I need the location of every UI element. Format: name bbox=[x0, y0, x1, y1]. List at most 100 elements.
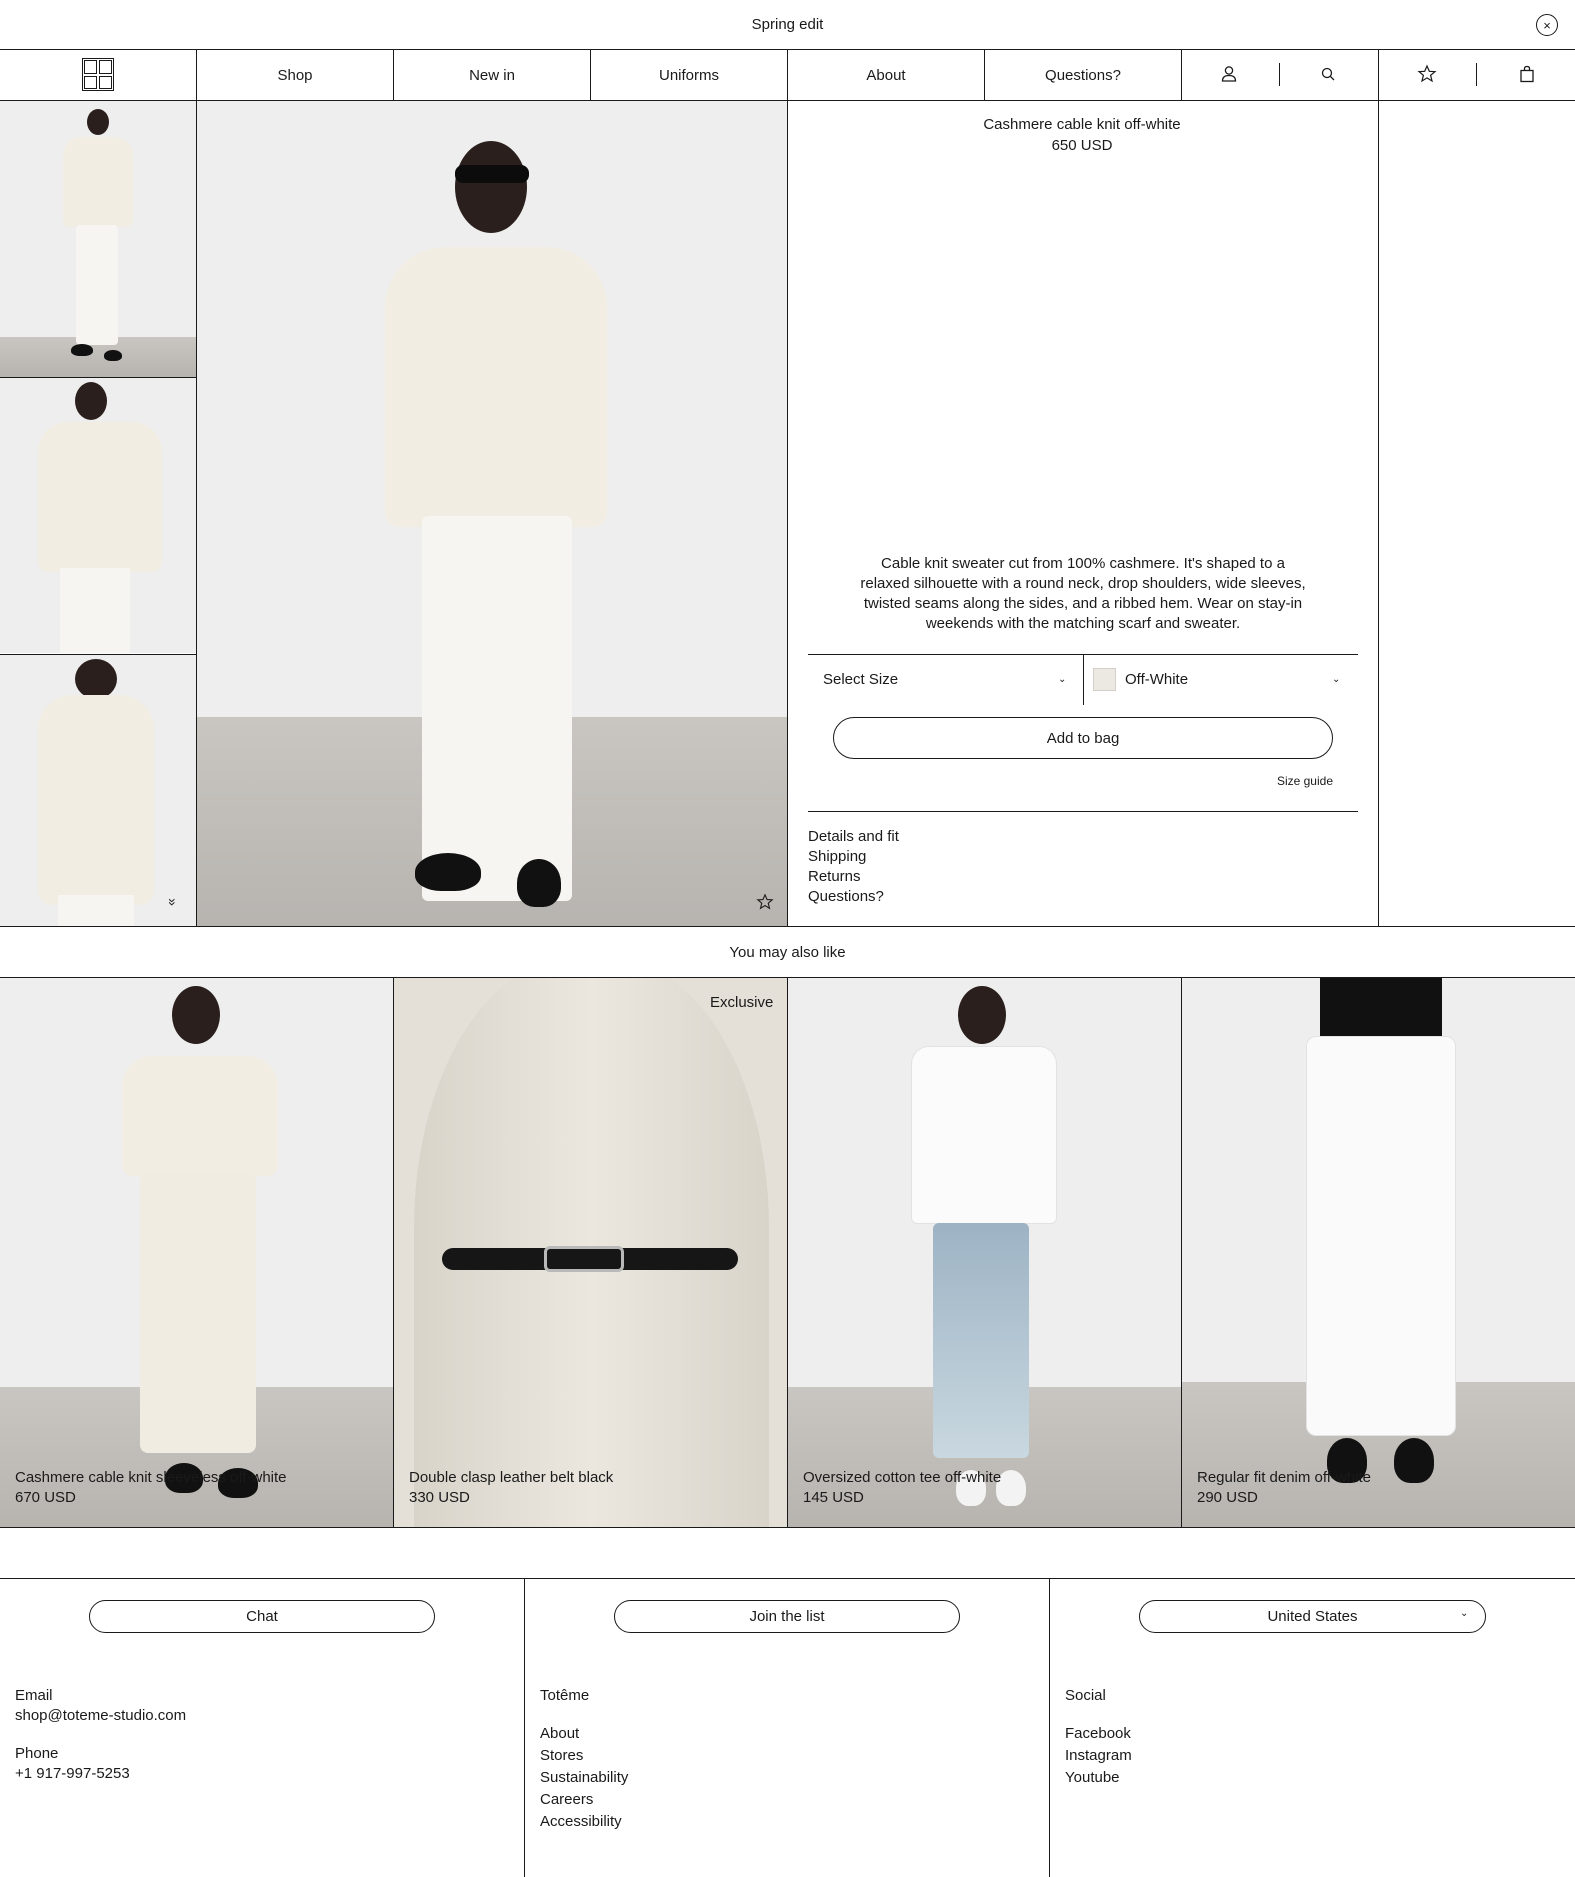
nav-shop-label: Shop bbox=[277, 66, 313, 84]
footer-link-youtube[interactable]: Youtube bbox=[1065, 1769, 1120, 1786]
phone-label: Phone bbox=[15, 1745, 59, 1762]
knit-pants-shape bbox=[140, 1173, 256, 1453]
product-thumbnail-front[interactable] bbox=[0, 101, 196, 377]
country-label: United States bbox=[1267, 1608, 1358, 1625]
nav-questions-label: Questions? bbox=[1045, 66, 1121, 84]
rec-name: Regular fit denim off-white bbox=[1197, 1469, 1371, 1486]
footer-link-about[interactable]: About bbox=[540, 1725, 579, 1742]
country-select[interactable]: United States ⌄ bbox=[1139, 1600, 1486, 1633]
rec-card-leather-belt[interactable]: Exclusive Double clasp leather belt blac… bbox=[394, 978, 787, 1527]
nav-new-in[interactable]: New in bbox=[394, 50, 590, 100]
product-name: Cashmere cable knit off-white bbox=[983, 116, 1181, 133]
top-shape bbox=[1320, 978, 1442, 1038]
footer-divider bbox=[1049, 1579, 1050, 1877]
footer-link-sustainability[interactable]: Sustainability bbox=[540, 1769, 628, 1786]
product-thumbnail-back[interactable] bbox=[0, 655, 196, 927]
rec-card-oversized-tee[interactable]: Oversized cotton tee off-white 145 USD bbox=[788, 978, 1181, 1527]
logo-block bbox=[84, 60, 97, 74]
rec-card-regular-fit-denim[interactable]: Regular fit denim off-white 290 USD bbox=[1182, 978, 1575, 1527]
belt-clasp-shape bbox=[544, 1246, 624, 1272]
color-select[interactable]: Off-White ⌄ bbox=[1084, 655, 1358, 704]
footer-link-instagram[interactable]: Instagram bbox=[1065, 1747, 1132, 1764]
logo-block bbox=[99, 75, 112, 89]
accordion-shipping[interactable]: Shipping bbox=[808, 848, 866, 865]
chat-button[interactable]: Chat bbox=[89, 1600, 435, 1633]
size-select[interactable]: Select Size ⌄ bbox=[808, 655, 1083, 704]
product-thumbnail-side[interactable] bbox=[0, 378, 196, 653]
divider bbox=[1181, 49, 1182, 101]
section-divider bbox=[0, 1527, 1575, 1528]
add-to-bag-label: Add to bag bbox=[1046, 729, 1120, 747]
size-select-label: Select Size bbox=[823, 671, 899, 688]
account-icon[interactable] bbox=[1219, 64, 1239, 84]
rec-price: 330 USD bbox=[409, 1489, 470, 1506]
footer-link-careers[interactable]: Careers bbox=[540, 1791, 593, 1808]
nav-shop[interactable]: Shop bbox=[197, 50, 393, 100]
accordion-top-border bbox=[808, 811, 1358, 812]
divider bbox=[787, 49, 788, 927]
product-price: 650 USD bbox=[1051, 137, 1113, 154]
shoe-shape bbox=[415, 853, 481, 891]
sweater-shape bbox=[63, 137, 133, 227]
announcement-bar: Spring edit bbox=[0, 0, 1575, 49]
thumbnail-scroll-down-icon[interactable]: » bbox=[165, 895, 181, 909]
rec-name: Oversized cotton tee off-white bbox=[803, 1469, 1002, 1486]
sunglasses-shape bbox=[455, 165, 529, 183]
trousers-shape bbox=[76, 225, 118, 345]
accordion-returns[interactable]: Returns bbox=[808, 868, 861, 885]
color-select-label: Off-White bbox=[1125, 671, 1189, 688]
add-to-wishlist-icon[interactable] bbox=[756, 893, 774, 911]
email-link[interactable]: shop@toteme-studio.com bbox=[15, 1707, 186, 1724]
announcement-text: Spring edit bbox=[751, 16, 824, 33]
recommendations-title: You may also like bbox=[729, 944, 846, 961]
trousers-shape bbox=[58, 895, 134, 927]
close-icon[interactable]: × bbox=[1536, 14, 1558, 36]
scroll-glyph: » bbox=[165, 898, 181, 906]
icon-divider bbox=[1476, 63, 1477, 86]
brand-logo[interactable] bbox=[82, 58, 114, 91]
add-to-bag-button[interactable]: Add to bag bbox=[833, 717, 1333, 759]
accordion-details-and-fit[interactable]: Details and fit bbox=[808, 828, 899, 845]
footer-divider bbox=[524, 1579, 525, 1877]
section-divider bbox=[0, 926, 1575, 927]
size-guide-link[interactable]: Size guide bbox=[1240, 774, 1333, 788]
model-head bbox=[75, 659, 117, 699]
shoe-shape bbox=[1394, 1438, 1434, 1483]
vest-shape bbox=[122, 1056, 278, 1176]
rec-name: Double clasp leather belt black bbox=[409, 1469, 614, 1486]
join-list-button[interactable]: Join the list bbox=[614, 1600, 960, 1633]
accordion-questions[interactable]: Questions? bbox=[808, 888, 884, 905]
trousers-shape bbox=[60, 568, 130, 653]
model-head bbox=[172, 986, 220, 1044]
model-head bbox=[75, 382, 107, 420]
exclusive-badge: Exclusive bbox=[710, 994, 774, 1011]
join-list-label: Join the list bbox=[749, 1608, 825, 1625]
bag-icon[interactable] bbox=[1517, 64, 1537, 84]
search-icon[interactable] bbox=[1319, 65, 1337, 83]
wishlist-star-icon[interactable] bbox=[1417, 64, 1437, 84]
footer-top-border bbox=[0, 1578, 1575, 1579]
rec-card-cashmere-sleeveless[interactable]: Cashmere cable knit sleeveless off-white… bbox=[0, 978, 393, 1527]
nav-uniforms[interactable]: Uniforms bbox=[591, 50, 787, 100]
rec-price: 670 USD bbox=[15, 1489, 76, 1506]
footer-link-stores[interactable]: Stores bbox=[540, 1747, 583, 1764]
chevron-down-icon: ⌄ bbox=[1332, 674, 1341, 685]
color-swatch bbox=[1093, 668, 1116, 691]
email-label: Email bbox=[15, 1687, 53, 1704]
jeans-shape bbox=[933, 1223, 1029, 1458]
social-heading: Social bbox=[1065, 1687, 1106, 1704]
divider bbox=[1378, 49, 1379, 927]
product-main-image[interactable] bbox=[197, 101, 787, 927]
nav-uniforms-label: Uniforms bbox=[658, 66, 719, 84]
footer-link-accessibility[interactable]: Accessibility bbox=[540, 1813, 622, 1830]
nav-about[interactable]: About bbox=[788, 50, 984, 100]
shoe-shape bbox=[517, 859, 561, 907]
model-head bbox=[87, 109, 109, 135]
phone-link[interactable]: +1 917-997-5253 bbox=[15, 1765, 130, 1782]
model-head bbox=[958, 986, 1006, 1044]
chevron-down-icon: ⌄ bbox=[1058, 674, 1067, 685]
icon-divider bbox=[1279, 63, 1280, 86]
shoe-shape bbox=[71, 344, 93, 356]
footer-link-facebook[interactable]: Facebook bbox=[1065, 1725, 1131, 1742]
nav-questions[interactable]: Questions? bbox=[985, 50, 1181, 100]
